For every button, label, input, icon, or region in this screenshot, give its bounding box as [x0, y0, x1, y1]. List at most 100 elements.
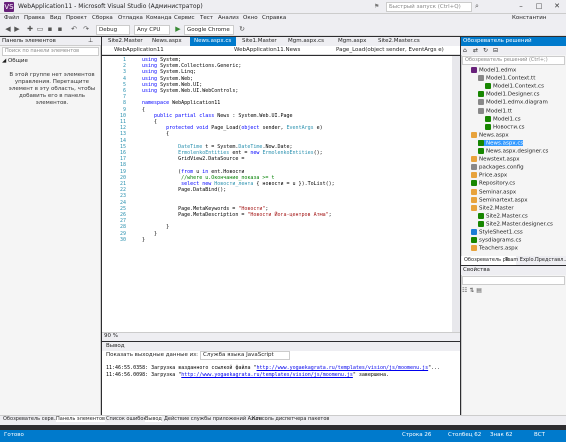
solution-item[interactable]: sysdiagrams.cs	[471, 237, 521, 244]
tab-azure-activity[interactable]: Действие службы приложений Azure	[164, 416, 262, 422]
solution-item[interactable]: Site2.Master	[471, 204, 514, 211]
refresh-icon[interactable]: ↻	[483, 47, 488, 54]
maximize-button[interactable]: □	[530, 0, 548, 13]
collapse-all-icon[interactable]: ⊟	[493, 47, 498, 54]
solution-item[interactable]: Model1.cs	[485, 115, 521, 122]
tab-news-aspx[interactable]: News.aspx	[148, 37, 190, 46]
solution-item[interactable]: Seminar.aspx	[471, 188, 516, 195]
solution-item[interactable]: Model1.tt	[478, 107, 512, 114]
search-icon[interactable]: ⌕	[475, 2, 479, 11]
menu-analyze[interactable]: Анализ	[218, 15, 239, 21]
save-icon[interactable]: ▪	[46, 25, 54, 34]
class-dropdown[interactable]: WebApplication11.News	[224, 46, 324, 55]
solution-item[interactable]: Newstext.aspx	[471, 156, 519, 163]
tab-server-explorer[interactable]: Обозреватель серв...	[3, 416, 58, 422]
solution-search-input[interactable]: Обозреватель решений (Ctrl+;)	[462, 56, 565, 65]
line-number: 4	[122, 75, 126, 82]
save-all-icon[interactable]: ▪	[56, 25, 64, 34]
menu-edit[interactable]: Правка	[24, 15, 45, 21]
menu-team[interactable]: Команда	[146, 15, 172, 21]
solution-item-label: Model1.edmx	[479, 67, 517, 74]
refresh-icon[interactable]: ↻	[238, 25, 246, 34]
tab-package-manager-console[interactable]: Консоль диспетчера пакетов	[252, 416, 329, 422]
solution-item[interactable]: Model1.edmx.diagram	[478, 99, 548, 106]
line-number: 22	[119, 187, 126, 194]
solution-item[interactable]: Price.aspx	[471, 172, 507, 179]
output-link[interactable]: http://www.yogaekagrata.ru/templates/vis…	[257, 365, 429, 371]
toolbox-group-general[interactable]: ◢ Общие	[2, 58, 28, 64]
undo-icon[interactable]: ↶	[70, 25, 78, 34]
solution-item[interactable]: News.aspx.designer.cs	[478, 148, 548, 155]
solution-item[interactable]: packages.config	[471, 164, 524, 171]
solution-item[interactable]: Model1.Context.cs	[485, 83, 544, 90]
properties-object-dropdown[interactable]	[462, 276, 565, 285]
quick-launch-input[interactable]: Быстрый запуск (Ctrl+Q)	[386, 2, 472, 12]
toolbox-search-input[interactable]: Поиск по панели элементов	[2, 47, 99, 56]
tab-site2-master[interactable]: Site2.Master	[104, 37, 148, 46]
menu-project[interactable]: Проект	[66, 15, 87, 21]
code-line: }	[142, 224, 170, 231]
property-pages-icon[interactable]: ▤	[476, 287, 482, 294]
menu-window[interactable]: Окно	[243, 15, 258, 21]
solution-item-label: Site2.Master.designer.cs	[486, 221, 553, 228]
zoom-level[interactable]: 90 %	[104, 333, 118, 339]
minimize-button[interactable]: –	[512, 0, 530, 13]
status-ready: Готово	[4, 432, 24, 438]
code-editor[interactable]	[102, 56, 460, 332]
menu-tools[interactable]: Сервис	[174, 15, 195, 21]
line-number: 16	[119, 150, 126, 156]
alphabetical-icon[interactable]: ⇅	[469, 287, 474, 294]
new-project-icon[interactable]: ✚	[26, 25, 34, 34]
menu-test[interactable]: Тест	[200, 15, 213, 21]
tab-class-view[interactable]: Представл...	[535, 256, 566, 265]
line-number: 8	[122, 100, 126, 107]
solution-item[interactable]: Seminartext.aspx	[471, 196, 527, 203]
tab-site2-master-cs[interactable]: Site2.Master.cs	[374, 37, 434, 46]
forward-icon[interactable]: ▶	[13, 25, 21, 34]
tab-site1-master[interactable]: Site1.Master	[238, 37, 282, 46]
tab-error-list[interactable]: Список ошибок	[106, 416, 146, 422]
redo-icon[interactable]: ↷	[82, 25, 90, 34]
tab-output[interactable]: Вывод	[145, 416, 162, 422]
solution-item[interactable]: Model1.edmx	[471, 67, 516, 74]
menu-view[interactable]: Вид	[50, 15, 61, 21]
configuration-dropdown[interactable]: Debug	[96, 25, 130, 35]
start-debug-icon[interactable]: ▶	[174, 25, 182, 34]
user-name[interactable]: Константин	[512, 15, 546, 21]
tab-toolbox[interactable]: Панель элементов	[56, 416, 105, 422]
open-icon[interactable]: ▭	[36, 25, 44, 34]
file-icon	[478, 107, 484, 114]
menu-build[interactable]: Сборка	[92, 15, 113, 21]
browser-dropdown[interactable]: Google Chrome	[184, 25, 234, 35]
solution-item[interactable]: Repository.cs	[471, 180, 515, 187]
categorized-icon[interactable]: ☷	[462, 287, 467, 294]
output-source-dropdown[interactable]: Служба языка JavaScript	[200, 351, 290, 360]
solution-item[interactable]: Site2.Master.designer.cs	[478, 220, 553, 228]
solution-item[interactable]: StyleSheet1.css	[471, 229, 523, 236]
sync-icon[interactable]: ⇄	[473, 47, 478, 54]
menu-debug[interactable]: Отладка	[118, 15, 143, 21]
tab-mgm-aspx-cs[interactable]: Mgm.aspx.cs	[284, 37, 332, 46]
project-dropdown[interactable]: WebApplication11	[104, 46, 222, 55]
tab-team-explorer[interactable]: Team Explo...	[505, 256, 538, 265]
home-icon[interactable]: ⌂	[463, 47, 467, 54]
tab-mgm-aspx[interactable]: Mgm.aspx	[334, 37, 372, 46]
close-button[interactable]: ✕	[548, 0, 566, 13]
pin-icon[interactable]: ⊥	[88, 37, 93, 44]
solution-item[interactable]: Site2.Master.cs	[478, 212, 528, 219]
solution-item[interactable]: Teachers.aspx	[471, 245, 518, 252]
solution-item[interactable]: Model1.Context.tt	[478, 75, 535, 82]
menu-help[interactable]: Справка	[262, 15, 286, 21]
solution-item[interactable]: Model1.Designer.cs	[478, 91, 540, 98]
notification-flag-icon[interactable]: ⚑	[374, 3, 384, 11]
solution-item[interactable]: Новости.cs	[485, 123, 525, 130]
tab-news-aspx-cs[interactable]: News.aspx.cs	[190, 37, 236, 46]
back-icon[interactable]: ◀	[4, 25, 12, 34]
output-link[interactable]: http://www.yogaekagrata.ru/templates/vis…	[181, 372, 353, 378]
member-dropdown[interactable]: Page_Load(object sender, EventArgs e)	[326, 46, 458, 55]
solution-item[interactable]: News.aspx	[471, 131, 509, 138]
solution-item[interactable]: News.aspx.cs	[478, 139, 524, 147]
platform-dropdown[interactable]: Any CPU	[134, 25, 170, 35]
menu-file[interactable]: Файл	[4, 15, 19, 21]
editor-vertical-scrollbar[interactable]	[452, 56, 460, 332]
